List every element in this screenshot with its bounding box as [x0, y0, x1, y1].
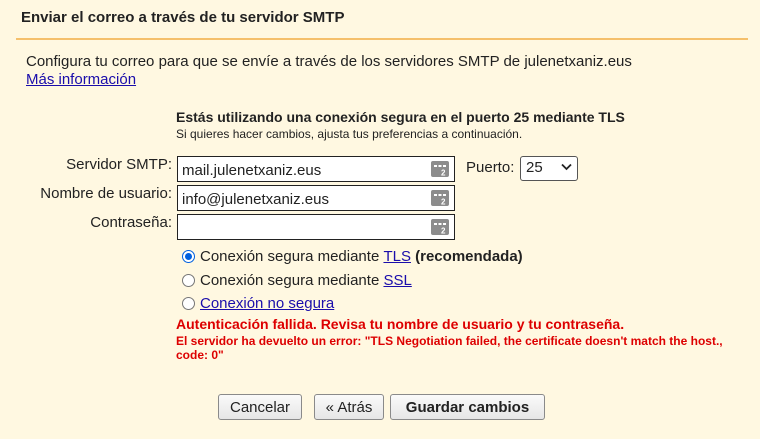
secure-notice-subtitle: Si quieres hacer cambios, ajusta tus pre…	[176, 127, 523, 141]
password-label: Contraseña:	[90, 214, 172, 231]
secure-notice-title: Estás utilizando una conexión segura en …	[176, 109, 625, 125]
option-suffix: (recomendada)	[410, 248, 523, 265]
more-info-link[interactable]: Más información	[26, 71, 136, 88]
ssl-link[interactable]: SSL	[383, 272, 411, 289]
password-manager-key-icon[interactable]: 2	[430, 189, 450, 207]
svg-text:2: 2	[441, 169, 446, 178]
password-manager-key-icon[interactable]: 2	[430, 160, 450, 178]
insecure-connection-link[interactable]: Conexión no segura	[200, 295, 334, 312]
intro-section: Configura tu correo para que se envíe a …	[26, 53, 632, 89]
chevron-down-icon	[561, 163, 572, 171]
username-label: Nombre de usuario:	[40, 185, 172, 202]
radio-button[interactable]	[182, 250, 195, 263]
username-input[interactable]	[177, 185, 455, 211]
password-manager-key-icon[interactable]: 2	[430, 218, 450, 236]
title-divider	[16, 38, 748, 40]
smtp-server-label: Servidor SMTP:	[66, 156, 172, 173]
radio-option-insecure[interactable]: Conexión no segura	[182, 295, 334, 312]
radio-button[interactable]	[182, 274, 195, 287]
port-label: Puerto:	[466, 159, 515, 176]
port-select[interactable]: 25	[520, 156, 578, 181]
intro-text: Configura tu correo para que se envíe a …	[26, 53, 632, 70]
password-input[interactable]	[177, 214, 455, 240]
radio-button[interactable]	[182, 297, 195, 310]
svg-text:2: 2	[441, 198, 446, 207]
port-value: 25	[526, 159, 543, 176]
error-detail: El servidor ha devuelto un error: "TLS N…	[176, 334, 723, 362]
dialog-title: Enviar el correo a través de tu servidor…	[21, 9, 345, 26]
option-prefix: Conexión segura mediante	[200, 272, 384, 289]
radio-option-ssl[interactable]: Conexión segura mediante SSL	[182, 272, 412, 289]
tls-link[interactable]: TLS	[383, 248, 411, 265]
save-changes-button[interactable]: Guardar cambios	[390, 394, 545, 420]
option-prefix: Conexión segura mediante	[200, 248, 384, 265]
smtp-server-input[interactable]	[177, 156, 455, 182]
back-button[interactable]: « Atrás	[314, 394, 384, 420]
error-message: Autenticación fallida. Revisa tu nombre …	[176, 316, 625, 332]
cancel-button[interactable]: Cancelar	[218, 394, 302, 420]
svg-text:2: 2	[441, 227, 446, 236]
radio-option-tls[interactable]: Conexión segura mediante TLS (recomendad…	[182, 248, 523, 265]
